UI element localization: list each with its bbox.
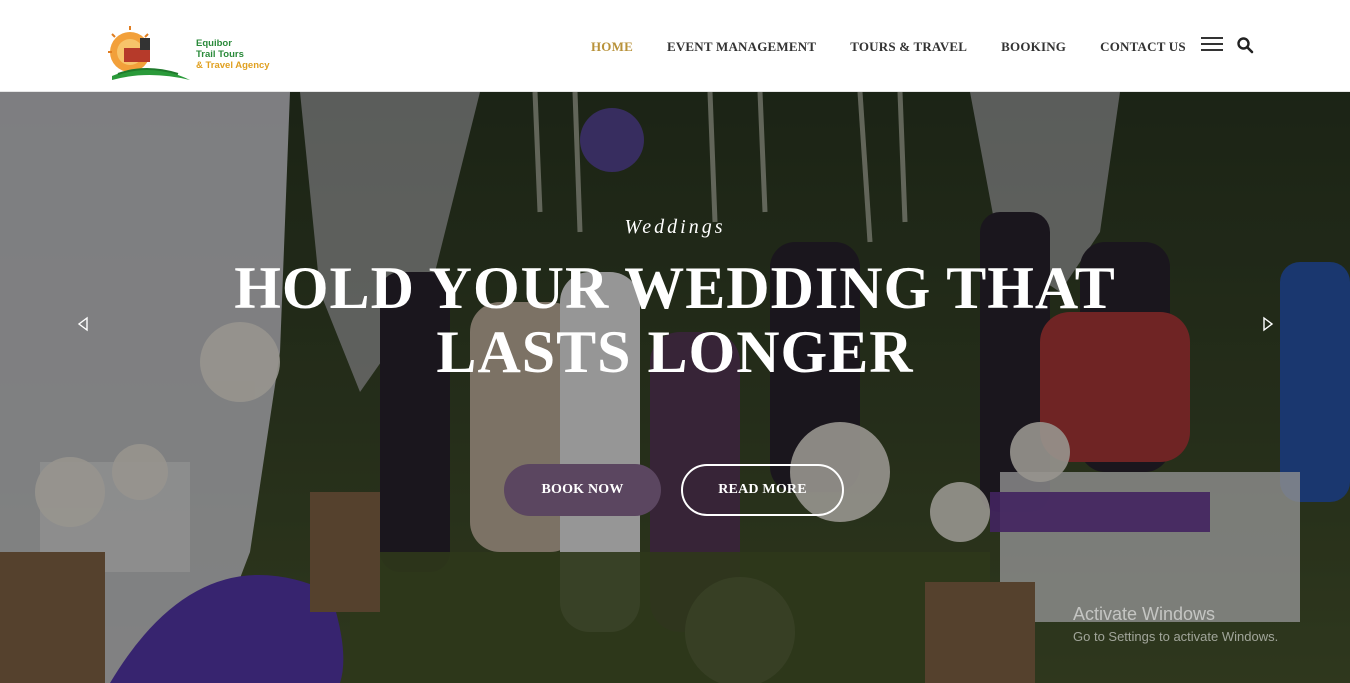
hero-title-line-2: LASTS LONGER: [436, 319, 914, 385]
search-icon[interactable]: [1236, 36, 1254, 54]
activate-windows-watermark: Activate Windows Go to Settings to activ…: [1073, 604, 1278, 644]
nav-tours-travel[interactable]: TOURS & TRAVEL: [850, 39, 967, 55]
nav-event-management[interactable]: EVENT MANAGEMENT: [667, 39, 816, 55]
hero-subtitle: Weddings: [624, 216, 726, 238]
hero-title-line-1: HOLD YOUR WEDDING THAT: [234, 255, 1116, 321]
logo-mark-icon: [108, 26, 190, 80]
nav-booking[interactable]: BOOKING: [1001, 39, 1066, 55]
book-now-button[interactable]: BOOK NOW: [504, 464, 661, 516]
main-nav: HOME EVENT MANAGEMENT TOURS & TRAVEL BOO…: [591, 39, 1186, 55]
logo-line-3: & Travel Agency: [196, 60, 270, 71]
logo-line-2: Trail Tours: [196, 49, 244, 60]
menu-icon[interactable]: [1201, 37, 1223, 53]
logo[interactable]: Equibor Trail Tours & Travel Agency: [108, 24, 283, 86]
hero-slider: Weddings HOLD YOUR WEDDING THAT LASTS LO…: [0, 92, 1350, 683]
site-header: Equibor Trail Tours & Travel Agency HOME…: [0, 0, 1350, 92]
logo-line-1: Equibor: [196, 38, 232, 49]
nav-home[interactable]: HOME: [591, 39, 633, 55]
read-more-button[interactable]: READ MORE: [681, 464, 844, 516]
logo-text: Equibor Trail Tours & Travel Agency: [196, 38, 270, 71]
hero-title: HOLD YOUR WEDDING THAT LASTS LONGER: [0, 256, 1350, 384]
nav-contact-us[interactable]: CONTACT US: [1100, 39, 1186, 55]
watermark-line-2: Go to Settings to activate Windows.: [1073, 629, 1279, 644]
watermark-line-1: Activate Windows: [1073, 604, 1216, 624]
hero-overlay: [0, 92, 1350, 683]
